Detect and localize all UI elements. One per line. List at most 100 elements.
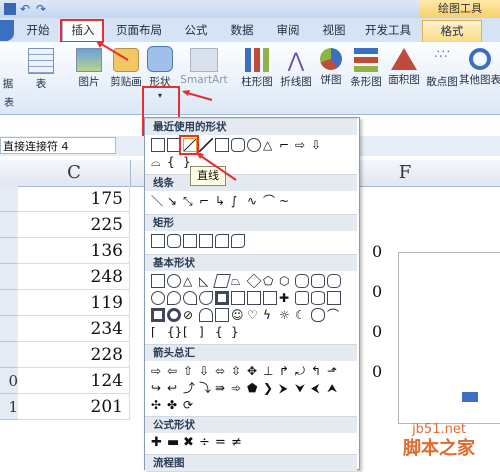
left-arrow-callout-shape[interactable]: ⮜ — [311, 381, 325, 395]
column-chart-button[interactable]: 柱形图 — [236, 48, 278, 89]
lightning-bolt-shape[interactable]: ϟ — [263, 308, 277, 322]
triangle-shape[interactable]: △ — [183, 274, 197, 288]
arrow-line-shape[interactable]: ↘ — [167, 194, 181, 208]
table-button[interactable]: 表 — [26, 48, 56, 91]
left-up-arrow-shape[interactable]: ↰ — [311, 364, 325, 378]
row-header[interactable] — [0, 316, 18, 342]
minus-shape[interactable]: ▬ — [167, 436, 181, 450]
block-arc-shape[interactable] — [199, 308, 213, 322]
diamond-shape[interactable] — [246, 273, 262, 289]
clipart-button[interactable]: 剪贴画 — [106, 48, 146, 89]
tab-format[interactable]: 格式 — [422, 20, 482, 42]
left-right-up-arrow-shape[interactable]: ⊥ — [263, 364, 277, 378]
cell-c[interactable]: 124 — [18, 368, 130, 394]
tab-review[interactable]: 审阅 — [268, 20, 308, 41]
curve-shape[interactable]: ∿ — [247, 194, 261, 208]
tab-data[interactable]: 数据 — [222, 20, 262, 41]
line-shape[interactable]: ＼ — [151, 194, 165, 208]
column-header-c[interactable]: C — [18, 160, 131, 186]
decagon-shape[interactable] — [327, 274, 341, 288]
column-header-f[interactable]: F — [360, 160, 450, 186]
other-charts-button[interactable]: 其他图表 — [458, 48, 500, 87]
scribble-shape[interactable]: ~ — [279, 194, 293, 208]
bent-arrow-shape[interactable]: ↱ — [279, 364, 293, 378]
tab-view[interactable]: 视图 — [314, 20, 354, 41]
plaque-shape[interactable] — [295, 291, 309, 305]
round-corner-rectangle-shape[interactable] — [215, 234, 229, 248]
circular-arrow-shape[interactable]: ⟳ — [183, 398, 197, 412]
left-brace-shape[interactable]: { — [215, 325, 229, 339]
arrow-line-shape[interactable] — [199, 138, 213, 152]
moon-shape[interactable]: ☾ — [295, 308, 309, 322]
right-arrow-shape[interactable]: ⇨ — [151, 364, 165, 378]
left-right-arrow-callout-shape[interactable]: ✣ — [151, 398, 165, 412]
brace-left-shape[interactable]: { — [167, 155, 181, 169]
heart-shape[interactable]: ♡ — [247, 308, 261, 322]
left-arrow-shape[interactable]: ⇦ — [167, 364, 181, 378]
parallelogram-shape[interactable] — [213, 274, 231, 288]
octagon-shape[interactable] — [311, 274, 325, 288]
round-diagonal-rectangle-shape[interactable] — [231, 234, 245, 248]
up-down-arrow-shape[interactable]: ⇳ — [231, 364, 245, 378]
multiply-shape[interactable]: ✖ — [183, 436, 197, 450]
row-header[interactable] — [0, 186, 18, 212]
picture-button[interactable]: 图片 — [72, 48, 106, 89]
teardrop-shape[interactable] — [199, 291, 213, 305]
curved-down-arrow-shape[interactable]: ⤵ — [199, 381, 213, 395]
chord-shape[interactable] — [183, 291, 197, 305]
tab-formulas[interactable]: 公式 — [176, 20, 216, 41]
up-arrow-shape[interactable]: ⇧ — [183, 364, 197, 378]
rounded-rectangle-shape[interactable] — [167, 234, 181, 248]
textbox-shape[interactable] — [151, 274, 165, 288]
triangle-shape[interactable]: △ — [263, 138, 277, 152]
up-arrow-callout-shape[interactable]: ⮝ — [327, 381, 341, 395]
smartart-button[interactable]: SmartArt — [180, 48, 228, 86]
curved-right-arrow-shape[interactable]: ↪ — [151, 381, 165, 395]
pie-shape[interactable] — [167, 291, 181, 305]
elbow-connector-shape[interactable]: ⌐ — [199, 194, 213, 208]
double-arrow-line-shape[interactable]: ⤡ — [183, 194, 197, 208]
cell-c[interactable]: 228 — [18, 342, 130, 368]
freeform-shape[interactable]: ⌒ — [263, 194, 277, 208]
divide-shape[interactable]: ÷ — [199, 436, 213, 450]
row-header[interactable] — [0, 290, 18, 316]
tab-developer[interactable]: 开发工具 — [360, 20, 416, 41]
cell-c[interactable]: 248 — [18, 264, 130, 290]
l-shape[interactable] — [247, 291, 261, 305]
oval-shape[interactable] — [167, 274, 181, 288]
right-brace-shape[interactable]: } — [231, 325, 245, 339]
double-brace-shape[interactable]: {} — [167, 325, 182, 339]
bent-up-arrow-shape[interactable]: ⬏ — [327, 364, 341, 378]
rectangle-shape[interactable] — [151, 234, 165, 248]
quad-arrow-callout-shape[interactable]: ✤ — [167, 398, 181, 412]
right-bracket-shape[interactable]: ] — [199, 325, 213, 339]
half-frame-shape[interactable] — [231, 291, 245, 305]
pentagon-shape[interactable]: ⬠ — [263, 274, 277, 288]
smiley-face-shape[interactable]: ☺ — [231, 308, 245, 322]
striped-right-arrow-shape[interactable]: ⇛ — [215, 381, 229, 395]
left-right-arrow-shape[interactable]: ⬄ — [215, 364, 229, 378]
cell-c[interactable]: 234 — [18, 316, 130, 342]
hexagon-shape[interactable]: ⬡ — [279, 274, 293, 288]
elbow-connector-shape[interactable]: ⌐ — [279, 138, 293, 152]
heptagon-shape[interactable] — [295, 274, 309, 288]
cube-shape[interactable] — [327, 291, 341, 305]
diagonal-stripe-shape[interactable] — [263, 291, 277, 305]
save-icon[interactable] — [4, 3, 16, 15]
cross-shape[interactable]: ✚ — [279, 291, 293, 305]
textbox-shape[interactable] — [151, 138, 165, 152]
cell-c[interactable]: 201 — [18, 394, 130, 420]
row-header[interactable]: 0 — [0, 368, 18, 394]
snip-diagonal-rectangle-shape[interactable] — [199, 234, 213, 248]
oval-shape[interactable] — [247, 138, 261, 152]
office-button[interactable] — [0, 20, 14, 41]
right-arrow-shape[interactable]: ⇨ — [295, 138, 309, 152]
cell-c[interactable]: 175 — [18, 186, 130, 212]
double-bracket-shape[interactable]: ⌈ — [151, 325, 165, 339]
elbow-arrow-shape[interactable]: ↳ — [215, 194, 229, 208]
cell-c[interactable]: 119 — [18, 290, 130, 316]
line-chart-button[interactable]: ⋀ 折线图 — [276, 48, 316, 89]
row-header[interactable]: 1 — [0, 394, 18, 420]
curved-left-arrow-shape[interactable]: ↩ — [167, 381, 181, 395]
row-header[interactable] — [0, 212, 18, 238]
